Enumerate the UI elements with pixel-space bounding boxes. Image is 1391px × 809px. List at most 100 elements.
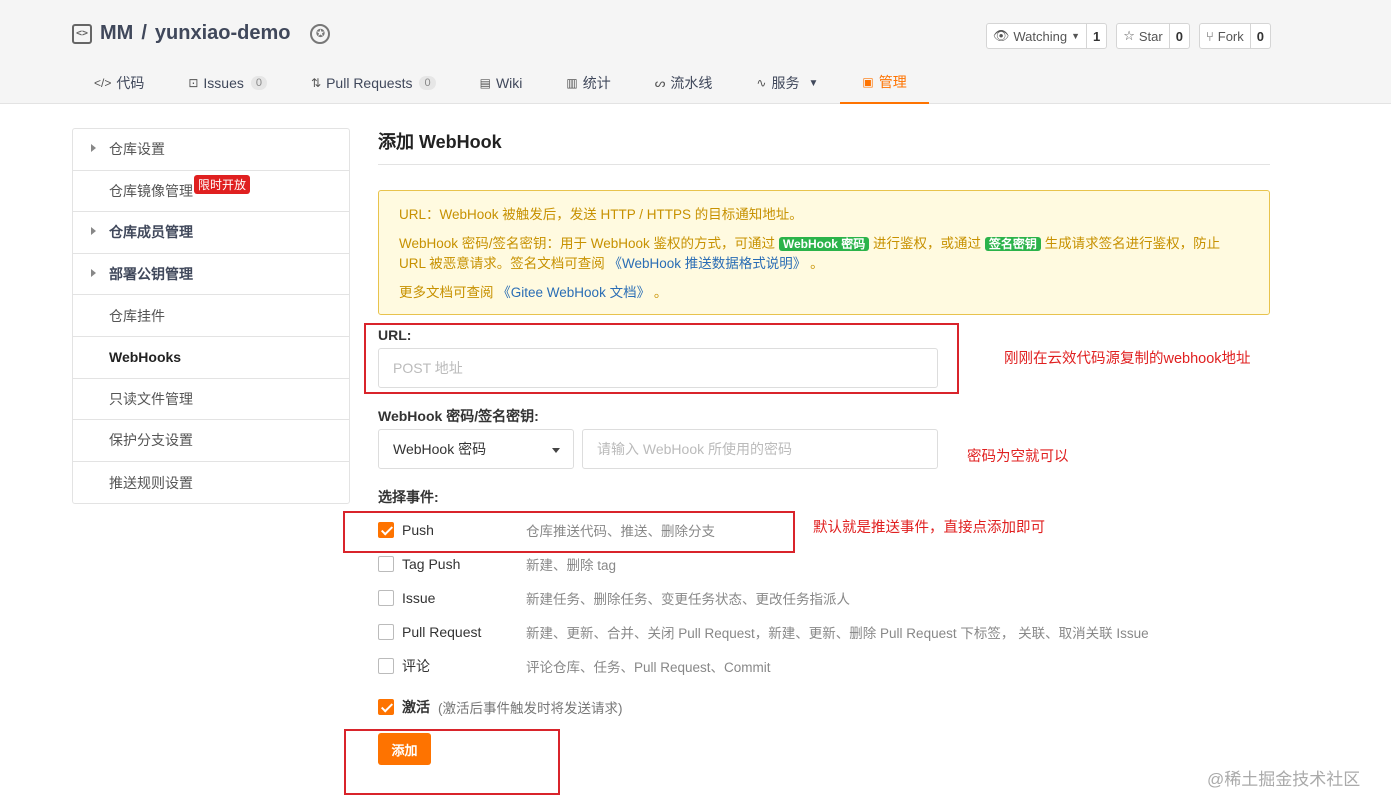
tab-services-label: 服务 [771,75,800,91]
tab-manage-label: 管理 [878,74,907,90]
settings-sidebar: 仓库设置 仓库镜像管理 限时开放 仓库成员管理 部署公钥管理 仓库挂件 WebHo… [72,128,350,505]
star-count[interactable]: 0 [1168,24,1189,48]
tab-services[interactable]: ∿ 服务 ▼ [734,62,840,104]
repo-separator: / [141,22,147,44]
annotation-box-add [344,729,560,795]
tab-code[interactable]: </> 代码 [72,62,166,104]
pull-request-icon: ⇅ [311,76,322,90]
repo-tabs: </> 代码 ⊡ Issues 0 ⇅ Pull Requests 0 ▤ Wiki ▥ 统计… [72,62,929,104]
info-notice: URL：WebHook 被触发后，发送 HTTP / HTTPS 的目标通知地址… [378,190,1270,315]
bar-chart-icon: ▥ [566,76,578,90]
code-repo-icon: <> [72,23,92,44]
sidebar-item-webhooks[interactable]: WebHooks [73,337,349,379]
sidebar-item-label: 推送规则设置 [109,474,193,491]
event-name: Tag Push [402,556,461,572]
repo-title: <> MM / yunxiao-demo ✪ [72,22,331,45]
gitee-webhook-doc-link[interactable]: 《Gitee WebHook 文档》 [497,285,650,300]
fork-count[interactable]: 0 [1249,24,1270,48]
sidebar-item-label: 仓库镜像管理 [109,182,193,199]
tag-push-checkbox[interactable] [378,556,394,572]
sidebar-item-push-rules[interactable]: 推送规则设置 [73,462,349,504]
annotation-url-note: 刚刚在云效代码源复制的webhook地址 [1004,351,1251,367]
activate-option[interactable]: 激活 (激活后事件触发时将发送请求) [378,697,623,717]
event-issue[interactable]: Issue 新建任务、删除任务、变更任务状态、更改任务指派人 [378,588,850,608]
tab-pipeline-label: 流水线 [670,75,713,91]
manage-icon: ▣ [862,75,874,89]
star-icon: ☆ [1123,28,1135,43]
sidebar-item-label: 仓库挂件 [109,307,165,324]
tab-pipeline[interactable]: ᔕ 流水线 [633,62,735,104]
caret-down-icon: ▼ [808,77,819,89]
secret-label: WebHook 密码/签名密钥: [378,408,539,424]
sidebar-item-label: 保护分支设置 [109,432,193,449]
book-icon: ▤ [479,76,491,90]
watching-count[interactable]: 1 [1085,24,1106,48]
annotation-secret-note: 密码为空就可以 [967,449,1069,465]
caret-right-icon [91,144,96,152]
annotation-push-note: 默认就是推送事件，直接点添加即可 [813,520,1045,536]
annotation-box-url [364,323,959,394]
sidebar-item-repo-settings[interactable]: 仓库设置 [73,129,349,171]
activate-checkbox[interactable] [378,699,394,715]
watching-label: Watching [1013,28,1068,44]
certified-badge-icon: ✪ [310,23,331,44]
limited-badge: 限时开放 [194,174,251,194]
secret-type-select[interactable]: WebHook 密码 [378,429,574,469]
pulse-icon: ∿ [756,76,767,90]
repo-header: <> MM / yunxiao-demo ✪ 👁 Watching ▼ 1 ☆ Sta… [0,0,1391,104]
tab-wiki-label: Wiki [495,75,523,91]
tab-stats[interactable]: ▥ 统计 [544,62,632,104]
tab-issues[interactable]: ⊡ Issues 0 [166,62,289,104]
fork-icon: ⑂ [1205,28,1214,44]
repo-name[interactable]: yunxiao-demo [155,22,291,45]
issues-icon: ⊡ [188,76,199,90]
event-comment[interactable]: 评论 评论仓库、任务、Pull Request、Commit [378,656,771,676]
pull-request-checkbox[interactable] [378,624,394,640]
tab-stats-label: 统计 [582,75,611,91]
event-desc: 新建任务、删除任务、变更任务状态、更改任务指派人 [526,592,850,607]
page-title: 添加 WebHook [378,128,1270,165]
sidebar-item-widgets[interactable]: 仓库挂件 [73,295,349,337]
webhook-password-tag: WebHook 密码 [778,237,870,251]
sidebar-item-label: 仓库成员管理 [109,224,193,241]
webhook-format-doc-link[interactable]: 《WebHook 推送数据格式说明》 [609,256,807,271]
activate-hint: (激活后事件触发时将发送请求) [438,701,623,716]
fork-button[interactable]: ⑂ Fork 0 [1198,23,1271,49]
sidebar-item-readonly-files[interactable]: 只读文件管理 [73,379,349,421]
tab-issues-label: Issues [203,75,244,91]
notice-secret-line: WebHook 密码/签名密钥：用于 WebHook 鉴权的方式，可通过 Web… [399,234,1249,273]
event-pull-request[interactable]: Pull Request 新建、更新、合并、关闭 Pull Request，新建… [378,622,1149,642]
event-desc: 新建、删除 tag [526,558,617,573]
watermark: @稀土掘金技术社区 [1207,770,1361,789]
notice-text: WebHook 密码/签名密钥：用于 WebHook 鉴权的方式，可通过 [399,236,776,251]
event-name: Issue [402,590,436,606]
sidebar-item-mirror[interactable]: 仓库镜像管理 限时开放 [73,171,349,213]
repo-owner[interactable]: MM [100,22,133,45]
main-content: 添加 WebHook URL：WebHook 被触发后，发送 HTTP / HT… [378,128,1270,315]
star-label: Star [1138,28,1163,44]
pull-requests-count: 0 [419,76,436,90]
sidebar-item-protected-branches[interactable]: 保护分支设置 [73,420,349,462]
star-button[interactable]: ☆ Star 0 [1116,23,1190,49]
watching-button[interactable]: 👁 Watching ▼ 1 [985,23,1108,49]
sidebar-item-label: 只读文件管理 [109,390,193,407]
sidebar-item-members[interactable]: 仓库成员管理 [73,212,349,254]
comment-checkbox[interactable] [378,658,394,674]
tab-wiki[interactable]: ▤ Wiki [458,62,545,104]
issue-checkbox[interactable] [378,590,394,606]
pipeline-icon: ᔕ [654,76,666,90]
annotation-box-push [343,511,795,553]
secret-type-value: WebHook 密码 [393,441,487,457]
event-desc: 新建、更新、合并、关闭 Pull Request，新建、更新、删除 Pull R… [526,626,1149,641]
notice-text: 进行鉴权，或通过 [873,236,982,251]
sidebar-item-label: 部署公钥管理 [109,266,193,283]
sidebar-item-deploy-keys[interactable]: 部署公钥管理 [73,254,349,296]
event-tag-push[interactable]: Tag Push 新建、删除 tag [378,554,616,574]
notice-text: 更多文档可查阅 [399,285,494,300]
eye-icon: 👁 [992,28,1010,43]
tab-pull-requests[interactable]: ⇅ Pull Requests 0 [289,62,458,104]
fork-label: Fork [1217,28,1244,44]
secret-input[interactable]: 请输入 WebHook 所使用的密码 [582,429,938,469]
tab-manage[interactable]: ▣ 管理 [840,62,929,104]
event-desc: 评论仓库、任务、Pull Request、Commit [526,660,771,675]
